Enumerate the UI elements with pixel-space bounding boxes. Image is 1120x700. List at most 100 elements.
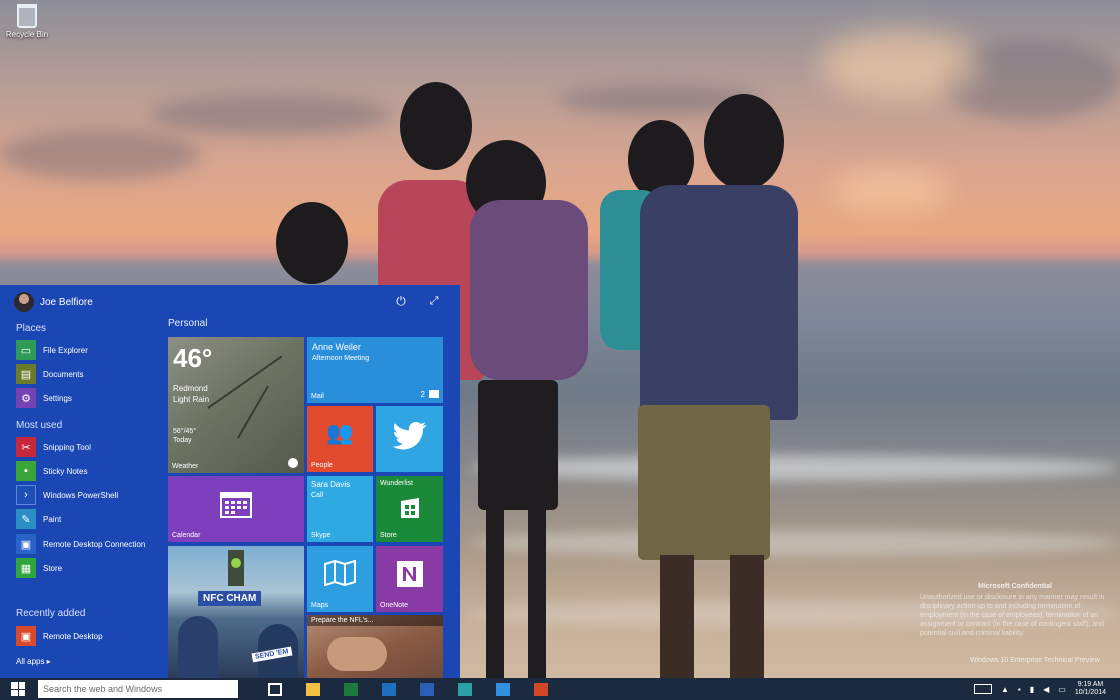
most-used-item-snipping-tool[interactable]: ✂ Snipping Tool xyxy=(16,436,156,458)
sea-foam xyxy=(470,455,1120,481)
tile-name: Maps xyxy=(311,602,329,609)
recycle-bin-icon xyxy=(17,4,37,28)
avatar xyxy=(14,292,34,312)
search-input[interactable]: Search the web and Windows xyxy=(38,680,238,698)
calendar-tile[interactable]: Calendar xyxy=(168,476,304,542)
most-used-item-powershell[interactable]: › Windows PowerShell xyxy=(16,484,156,506)
taskbar-outlook[interactable] xyxy=(370,678,408,700)
most-used-heading: Most used xyxy=(16,420,63,431)
folder-icon: ▭ xyxy=(16,340,36,360)
item-label: Store xyxy=(43,563,63,573)
taskbar-word[interactable] xyxy=(408,678,446,700)
mail-tile[interactable]: Anne Weiler Afternoon Meeting Mail 2 xyxy=(307,337,443,403)
onenote-icon xyxy=(397,561,423,587)
keyboard-icon[interactable] xyxy=(973,684,992,694)
taskbar-excel[interactable] xyxy=(332,678,370,700)
photos-tile[interactable]: NFC CHAM SEND 'EM xyxy=(168,546,304,678)
branch-decoration xyxy=(207,355,283,409)
weather-hilo: 56°/45° Today xyxy=(173,427,196,445)
power-icon[interactable]: ⏻ xyxy=(394,294,408,308)
task-view-icon xyxy=(268,682,282,696)
weather-tile[interactable]: 46° Redmond Light Rain 56°/45° Today Wea… xyxy=(168,337,304,473)
documents-icon: ▤ xyxy=(16,364,36,384)
places-item-file-explorer[interactable]: ▭ File Explorer xyxy=(16,339,156,361)
people-icon: 👥 xyxy=(326,420,354,445)
mail-count: 2 xyxy=(420,390,425,399)
start-button[interactable] xyxy=(0,678,36,700)
start-menu: Joe Belfiore ⏻ ⤢ Places ▭ File Explorer … xyxy=(0,285,460,678)
sea-foam xyxy=(470,530,1120,556)
expand-icon[interactable]: ⤢ xyxy=(427,294,441,308)
system-tray: ▲ ▪ ▮ ◀ ▭ 9:19 AM 10/1/2014 xyxy=(973,678,1120,700)
sun-glow xyxy=(830,170,950,210)
personal-group-label: Personal xyxy=(168,318,208,329)
branch-decoration xyxy=(237,385,269,439)
child-head xyxy=(276,202,348,284)
tile-name: Store xyxy=(380,532,397,539)
most-used-item-store[interactable]: ▦ Store xyxy=(16,557,156,579)
tile-name: OneNote xyxy=(380,602,409,609)
skype-status: Call xyxy=(311,492,324,499)
word-icon xyxy=(420,682,434,696)
scissors-icon: ✂ xyxy=(16,437,36,457)
skype-contact: Sara Davis xyxy=(311,480,351,489)
folder-icon xyxy=(306,682,320,696)
volume-icon[interactable]: ◀ xyxy=(1043,685,1049,694)
recent-item-remote-desktop[interactable]: ▣ Remote Desktop xyxy=(16,625,156,647)
all-apps-link[interactable]: All apps ▸ xyxy=(16,657,51,666)
most-used-item-paint[interactable]: ✎ Paint xyxy=(16,508,156,530)
tile-name: Weather xyxy=(172,463,199,470)
tray-expand-icon[interactable]: ▲ xyxy=(1001,685,1009,694)
weather-hilo-day: Today xyxy=(173,437,192,444)
app-icon xyxy=(458,682,472,696)
item-label: Sticky Notes xyxy=(43,466,88,476)
weather-city-name: Redmond xyxy=(173,384,208,393)
places-item-documents[interactable]: ▤ Documents xyxy=(16,363,156,385)
recently-added-heading: Recently added xyxy=(16,608,86,619)
watermark-title: Microsoft Confidential xyxy=(978,583,1052,590)
mail-icon xyxy=(496,682,510,696)
photo-banner: NFC CHAM xyxy=(198,591,262,606)
taskbar-task-view[interactable] xyxy=(256,678,294,700)
places-item-settings[interactable]: ⚙ Settings xyxy=(16,387,156,409)
store-icon: ▦ xyxy=(16,558,36,578)
taskbar-app[interactable] xyxy=(446,678,484,700)
skype-tile[interactable]: Sara Davis Call Skype xyxy=(307,476,373,542)
people-tile[interactable]: 👥 People xyxy=(307,406,373,472)
person-body xyxy=(640,185,798,420)
gear-icon: ⚙ xyxy=(16,388,36,408)
item-label: Remote Desktop Connection xyxy=(43,539,146,549)
taskbar-powerpoint[interactable] xyxy=(522,678,560,700)
weather-sun-icon xyxy=(288,458,298,468)
excel-icon xyxy=(344,682,358,696)
weather-temp: 46° xyxy=(173,343,213,373)
twitter-tile[interactable] xyxy=(376,406,443,472)
map-icon xyxy=(324,560,356,586)
news-tile[interactable]: Prepare the NFL's... xyxy=(307,615,443,678)
user-name: Joe Belfiore xyxy=(40,296,93,308)
user-account[interactable]: Joe Belfiore xyxy=(14,292,93,312)
taskbar-file-explorer[interactable] xyxy=(294,678,332,700)
item-label: Windows PowerShell xyxy=(43,490,119,500)
confidential-watermark: Microsoft Confidential Unauthorized use … xyxy=(920,582,1110,664)
clock-date: 10/1/2014 xyxy=(1074,689,1106,696)
weather-hilo-range: 56°/45° xyxy=(173,428,197,435)
food-decoration xyxy=(327,637,387,671)
recycle-bin[interactable]: Recycle Bin xyxy=(4,2,50,39)
most-used-item-remote-desktop-connection[interactable]: ▣ Remote Desktop Connection xyxy=(16,533,176,555)
network-icon[interactable]: ▮ xyxy=(1030,685,1034,694)
store-featured-app: Wunderlist xyxy=(380,480,413,487)
tile-name: Mail xyxy=(311,393,324,400)
store-tile[interactable]: Wunderlist Store xyxy=(376,476,443,542)
taskbar-mail[interactable] xyxy=(484,678,522,700)
person-decoration xyxy=(178,616,218,678)
most-used-item-sticky-notes[interactable]: ▪ Sticky Notes xyxy=(16,460,156,482)
person-shorts xyxy=(638,405,770,560)
item-label: Snipping Tool xyxy=(43,442,91,452)
maps-tile[interactable]: Maps xyxy=(307,546,373,612)
onenote-tile[interactable]: OneNote xyxy=(376,546,443,612)
message-icon[interactable]: ▭ xyxy=(1058,685,1066,694)
person-skirt xyxy=(478,380,558,510)
action-center-icon[interactable]: ▪ xyxy=(1018,685,1021,694)
clock[interactable]: 9:19 AM 10/1/2014 xyxy=(1075,681,1106,697)
